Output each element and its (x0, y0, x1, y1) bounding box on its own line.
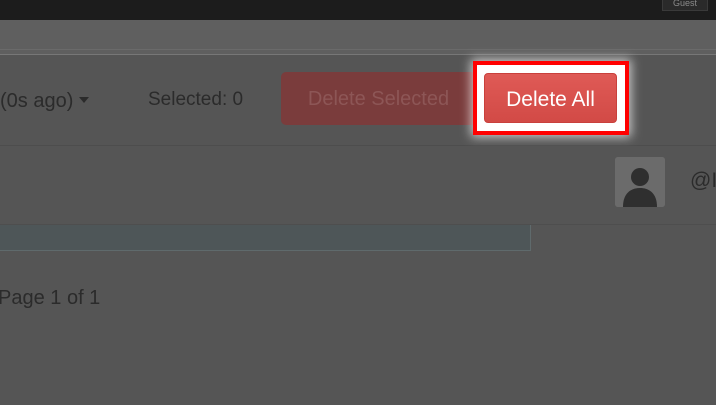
refresh-label: (0s ago) (0, 90, 74, 112)
guest-badge[interactable]: Guest (661, 0, 708, 11)
user-handle[interactable]: @I (690, 168, 716, 194)
pagination-label: Page 1 of 1 (0, 287, 101, 309)
default-user-icon (615, 157, 665, 207)
toolbar: (0s ago) Selected: 0 Delete Selected Del… (0, 55, 716, 146)
delete-all-button[interactable]: Delete All (484, 73, 617, 123)
divider (0, 49, 716, 50)
selected-count: Selected: 0 (148, 89, 244, 110)
top-bar: Guest (0, 0, 716, 20)
search-band (0, 20, 716, 55)
refresh-dropdown[interactable]: (0s ago) (0, 89, 90, 113)
delete-selected-button[interactable]: Delete Selected (281, 72, 476, 125)
info-band (0, 225, 531, 251)
user-row: @I (0, 146, 716, 225)
caret-down-icon (79, 96, 90, 103)
page: Guest (0s ago) Selected: 0 Delete Select… (0, 0, 716, 405)
avatar[interactable] (615, 157, 665, 207)
